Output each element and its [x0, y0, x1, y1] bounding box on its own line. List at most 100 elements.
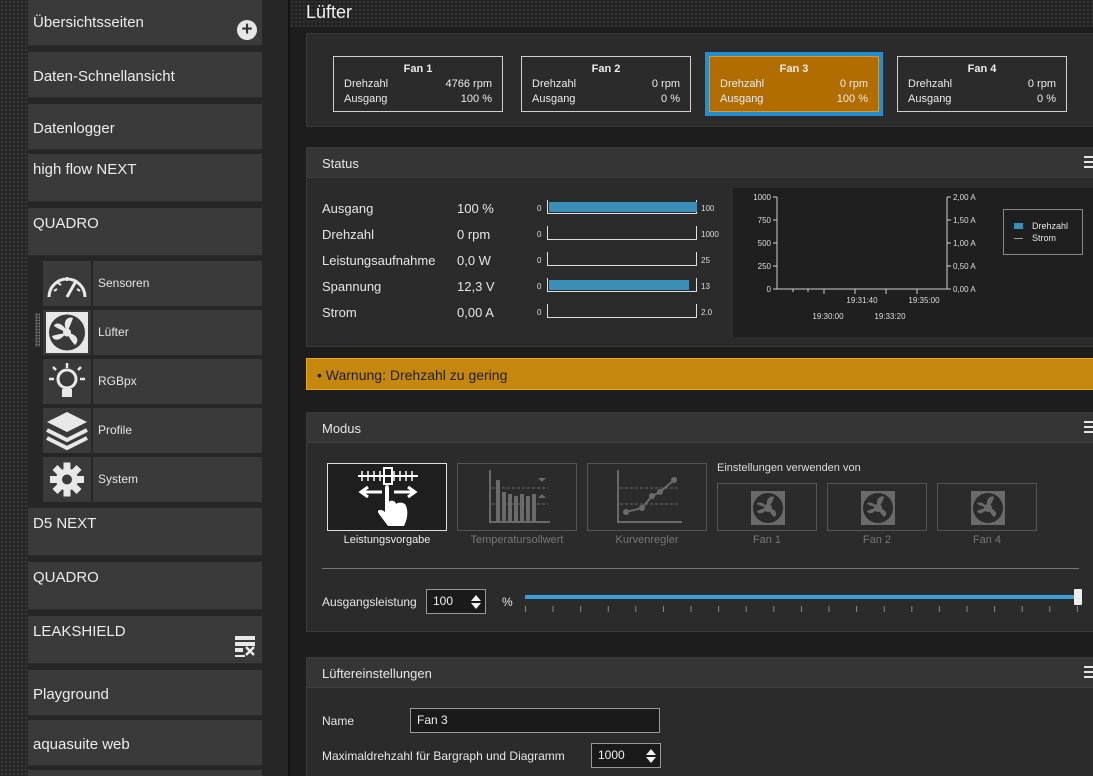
menu-icon[interactable]	[1084, 666, 1093, 678]
bar-min: 0	[537, 308, 542, 317]
divider	[322, 568, 1079, 569]
rpm-value: 0 rpm	[1027, 78, 1056, 90]
legend-swatch-drehzahl	[1014, 223, 1023, 229]
temperature-bars-icon	[489, 470, 550, 523]
lightbulb-icon	[43, 359, 91, 404]
mode-temperatursollwert-tile[interactable]	[457, 463, 577, 531]
use-fan-label: Fan 2	[862, 534, 892, 546]
gear-icon	[43, 457, 91, 502]
curve-icon	[617, 470, 682, 523]
sidebar-item-datenlogger[interactable]: Datenlogger	[28, 104, 262, 150]
y-tick-label-right: 0,50 A	[953, 262, 976, 271]
rpm-value: 0 rpm	[839, 78, 868, 90]
output-unit: %	[502, 595, 513, 609]
status-bar	[547, 304, 697, 318]
use-fan-2-tile[interactable]	[827, 483, 927, 531]
legend-swatch-strom	[1014, 238, 1023, 239]
sidebar-item-daten-schnellansicht[interactable]: Daten-Schnellansicht	[28, 52, 262, 98]
sidebar-item-label: QUADRO	[33, 215, 99, 232]
sidebar-subitem-system[interactable]: System	[43, 457, 262, 502]
use-fan-1-tile[interactable]	[717, 483, 817, 531]
rpm-value: 4766 rpm	[445, 78, 492, 90]
max-rpm-label: Maximaldrehzahl für Bargraph und Diagram…	[322, 749, 565, 763]
bar-max: 1000	[701, 230, 719, 239]
sidebar-subitem-sensoren[interactable]: Sensoren	[43, 261, 262, 306]
fan-card-1[interactable]: Fan 1 Drehzahl 4766 rpm Ausgang 100 %	[333, 56, 503, 112]
sidebar-item-more[interactable]	[28, 770, 262, 776]
mode-label: Leistungsvorgabe	[343, 534, 431, 546]
output-slider-track[interactable]	[525, 595, 1078, 599]
main-content: Lüfter Fan 1 Drehzahl 4766 rpm Ausgang 100…	[288, 0, 1093, 776]
x-tick-label: 19:31:40	[846, 296, 878, 305]
sidebar-item-label: Daten-Schnellansicht	[33, 68, 175, 85]
x-tick-label: 19:30:00	[812, 312, 844, 321]
spinner-icon[interactable]	[470, 593, 482, 611]
output-label: Ausgang	[344, 93, 388, 105]
bar-min: 0	[537, 204, 542, 213]
app-window: Übersichtsseiten + Daten-Schnellansicht …	[0, 0, 1093, 776]
sidebar-item-high-flow-next[interactable]: high flow NEXT	[28, 154, 262, 202]
status-value: 0 rpm	[457, 227, 491, 242]
use-fan-4-tile[interactable]	[937, 483, 1037, 531]
sidebar-item-d5-next[interactable]: D5 NEXT	[28, 508, 262, 556]
layers-icon	[43, 408, 91, 453]
output-power-input[interactable]: 100	[426, 589, 486, 614]
y-tick-label-right: 2,00 A	[953, 193, 976, 202]
mode-kurvenregler-tile[interactable]	[587, 463, 707, 531]
status-value: 0,0 W	[457, 253, 491, 268]
panel-title: Lüftereinstellungen	[322, 666, 432, 681]
rpm-value: 0 rpm	[651, 78, 680, 90]
sidebar-subitem-luefter[interactable]: Lüfter	[43, 310, 262, 355]
output-label: Ausgang	[720, 93, 764, 105]
rpm-label: Drehzahl	[532, 78, 577, 90]
max-rpm-input[interactable]: 1000	[591, 743, 661, 768]
panel-title: Status	[322, 156, 359, 171]
status-label: Drehzahl	[322, 227, 375, 242]
panel-title: Modus	[322, 421, 362, 436]
sidebar-subitem-label: Lüfter	[93, 310, 262, 355]
sidebar-item-quadro[interactable]: QUADRO	[28, 208, 262, 256]
add-icon[interactable]: +	[237, 20, 257, 40]
x-tick-label: 19:33:20	[874, 312, 906, 321]
menu-icon[interactable]	[1084, 156, 1093, 168]
fan-card-4[interactable]: Fan 4 Drehzahl 0 rpm Ausgang 0 %	[897, 56, 1067, 112]
mode-panel: Modus Leistungsvorgabe Temperatursollwer…	[306, 412, 1093, 632]
fan-icon	[751, 491, 785, 525]
spinner-icon[interactable]	[645, 747, 657, 765]
sidebar-item-playground[interactable]: Playground	[28, 670, 262, 716]
status-panel-header: Status	[307, 148, 1093, 178]
fan-card-3-selected[interactable]: Fan 3 Drehzahl 0 rpm Ausgang 100 %	[709, 56, 879, 112]
output-value: 100 %	[836, 93, 868, 105]
fan-settings-panel: Lüftereinstellungen Name Fan 3 Maximaldr…	[306, 657, 1093, 776]
bar-min: 0	[537, 230, 542, 239]
sidebar-subitem-rgbpx[interactable]: RGBpx	[43, 359, 262, 404]
page-title: Lüfter	[306, 2, 353, 22]
content-header: Lüfter	[290, 0, 1093, 27]
warning-text: • Warnung: Drehzahl zu gering	[317, 367, 508, 383]
status-value: 0,00 A	[457, 305, 494, 320]
drag-handle[interactable]	[35, 313, 40, 347]
rpm-label: Drehzahl	[908, 78, 953, 90]
status-label: Strom	[322, 305, 357, 320]
sidebar-item-leakshield[interactable]: LEAKSHIELD	[28, 616, 262, 664]
output-label: Ausgang	[532, 93, 576, 105]
device-disconnected-icon	[234, 635, 256, 657]
sidebar-item-aquasuite-web[interactable]: aquasuite web	[28, 720, 262, 766]
input-value: Fan 3	[417, 713, 448, 727]
name-input[interactable]: Fan 3	[410, 708, 660, 733]
output-slider-thumb[interactable]	[1074, 589, 1082, 605]
mode-leistungsvorgabe-tile[interactable]	[327, 463, 447, 531]
gauge-icon	[43, 261, 91, 306]
y-tick-label-left: 250	[758, 262, 772, 271]
fan-icon	[971, 491, 1005, 525]
sidebar-item-uebersichtsseiten[interactable]: Übersichtsseiten +	[28, 0, 262, 46]
bar-max: 13	[701, 282, 710, 291]
sidebar-subitem-profile[interactable]: Profile	[43, 408, 262, 453]
menu-icon[interactable]	[1084, 421, 1093, 433]
sidebar-item-quadro-2[interactable]: QUADRO	[28, 562, 262, 610]
name-label: Name	[322, 714, 355, 728]
output-value: 0 %	[661, 93, 680, 105]
sidebar: Übersichtsseiten + Daten-Schnellansicht …	[0, 0, 288, 776]
x-tick-label: 19:35:00	[908, 296, 940, 305]
fan-card-2[interactable]: Fan 2 Drehzahl 0 rpm Ausgang 0 %	[521, 56, 691, 112]
